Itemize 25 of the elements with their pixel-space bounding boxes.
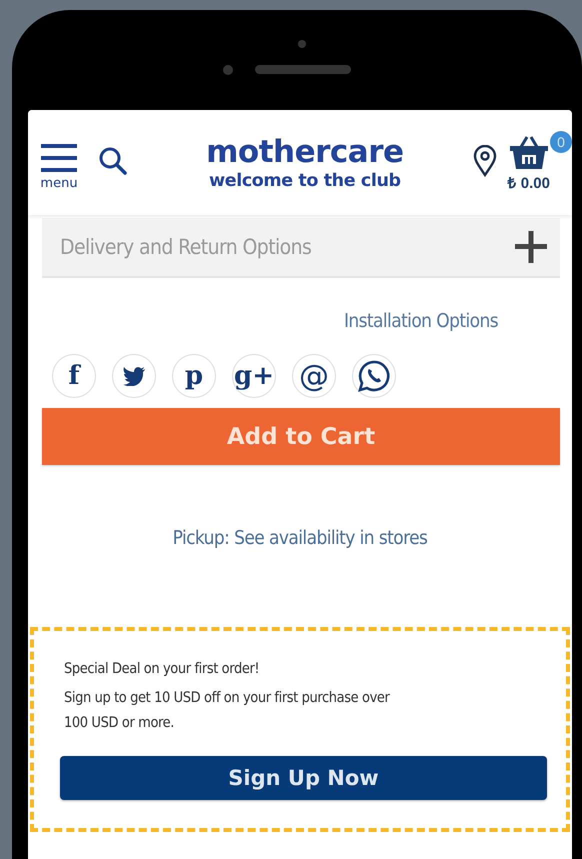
bird-icon [122, 366, 146, 386]
search-icon [98, 146, 128, 176]
phone-sensor [298, 40, 306, 48]
share-button[interactable]: @ [292, 354, 336, 398]
pickup-link[interactable]: Pickup: See availability in stores [172, 527, 428, 549]
promo-title: Special Deal on your first order! [64, 661, 260, 677]
cart-button[interactable]: 0 ₺ 0.00 [508, 133, 572, 192]
basket-icon [508, 135, 549, 169]
cart-total: ₺ 0.00 [508, 174, 550, 192]
logo-link[interactable]: mothercare welcome to the club [138, 134, 472, 192]
share-button[interactable] [352, 354, 396, 398]
phone-camera [223, 65, 233, 75]
sign-up-button[interactable]: Sign Up Now [60, 756, 547, 800]
share-button[interactable]: f [52, 354, 96, 398]
share-button[interactable]: g+ [232, 354, 276, 398]
installation-options-link[interactable]: Installation Options [344, 310, 498, 332]
location-button[interactable] [472, 145, 498, 180]
location-pin-icon [472, 145, 498, 177]
chat-phone-icon [357, 359, 391, 393]
share-button[interactable] [112, 354, 156, 398]
share-button[interactable]: p [172, 354, 216, 398]
menu-button[interactable]: menu [40, 142, 78, 191]
menu-icon [40, 142, 78, 174]
promo-text: Sign up to get 10 USD off on your first purchase over 100 USD or more. [64, 689, 391, 733]
cart-count-badge: 0 [550, 131, 572, 153]
